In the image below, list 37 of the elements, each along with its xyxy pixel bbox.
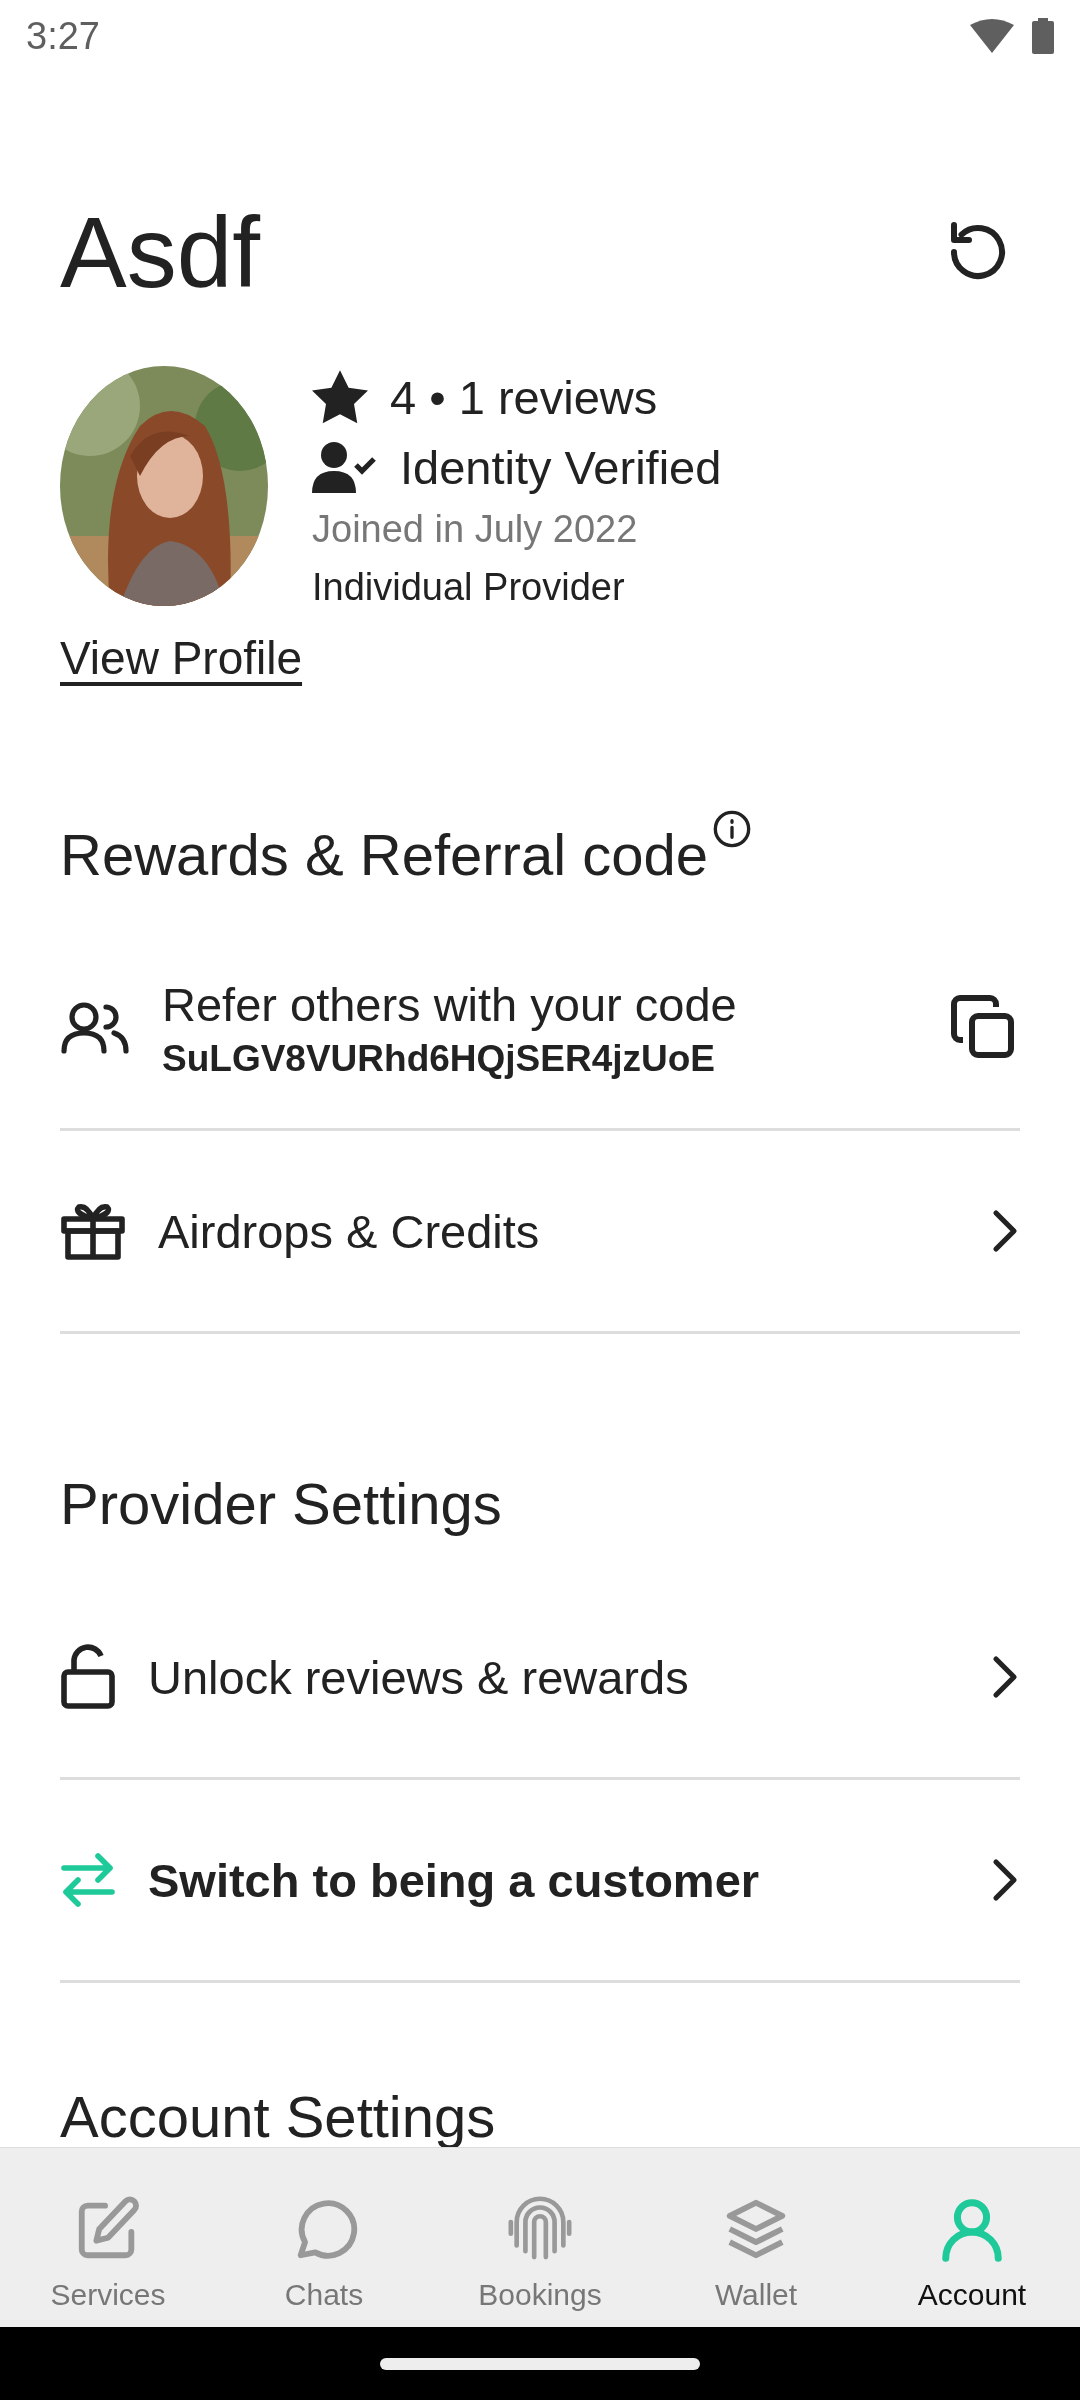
nav-tab[interactable]: Bookings xyxy=(432,2148,648,2328)
rating-text: 4 • 1 reviews xyxy=(390,369,658,425)
settings-row[interactable]: Refer others with your code SuLGV8VURhd6HQjSER4jzUoE xyxy=(60,928,1020,1131)
nav-tab[interactable]: Chats xyxy=(216,2148,432,2328)
profile-name: Asdf xyxy=(60,194,261,310)
nav-tab[interactable]: Account xyxy=(864,2148,1080,2328)
home-indicator[interactable] xyxy=(380,2357,700,2370)
info-icon[interactable] xyxy=(711,809,752,849)
provider-type: Individual Provider xyxy=(312,566,626,609)
referral-code: SuLGV8VURhd6HQjSER4jzUoE xyxy=(162,1037,717,1080)
settings-row[interactable]: Unlock reviews & rewards xyxy=(60,1577,1020,1780)
section-title: Provider Settings xyxy=(60,1470,502,1537)
row-label: Switch to being a customer xyxy=(148,1852,761,1908)
unlock-icon xyxy=(60,1644,116,1710)
settings-row[interactable]: Switch to being a customer xyxy=(60,1780,1020,1983)
verification-text: Identity Verified xyxy=(400,439,722,495)
row-label: Refer others with your code xyxy=(162,976,738,1032)
battery-icon xyxy=(1032,18,1054,54)
nav-tab[interactable]: Wallet xyxy=(648,2148,864,2328)
settings-row[interactable]: Airdrops & Credits xyxy=(60,1131,1020,1334)
star-icon xyxy=(312,370,368,424)
status-time: 3:27 xyxy=(26,14,100,58)
joined-date: Joined in July 2022 xyxy=(312,508,639,552)
view-profile-link[interactable]: View Profile xyxy=(60,631,303,685)
chevron-icon xyxy=(990,1655,1020,1699)
wifi-icon xyxy=(970,19,1014,53)
chevron-icon xyxy=(990,1858,1020,1902)
gift-icon xyxy=(60,1201,126,1261)
swap-icon xyxy=(60,1850,116,1910)
chevron-icon xyxy=(990,1209,1020,1253)
row-label: Unlock reviews & rewards xyxy=(148,1649,690,1705)
people-icon xyxy=(60,1001,130,1055)
section-title: Account Settings xyxy=(60,2083,496,2150)
row-label: Airdrops & Credits xyxy=(158,1203,541,1259)
section-title: Rewards & Referral code xyxy=(60,821,708,888)
verified-user-icon xyxy=(312,441,378,493)
nav-tab[interactable]: Services xyxy=(0,2148,216,2328)
